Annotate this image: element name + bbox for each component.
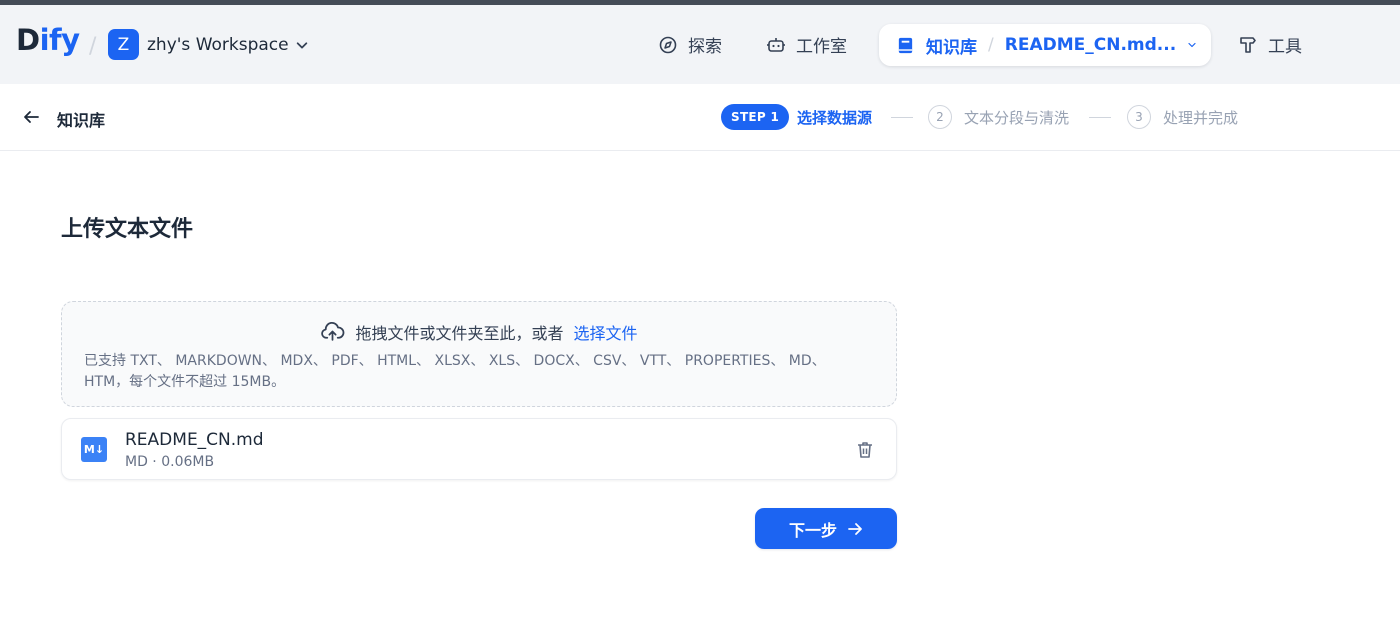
next-step-label: 下一步 bbox=[788, 520, 837, 540]
dropzone-prompt: 拖拽文件或文件夹至此，或者 bbox=[355, 323, 564, 343]
book-icon bbox=[898, 37, 913, 53]
page-title: 上传文本文件 bbox=[61, 217, 194, 242]
uploaded-file-item: M↓ README_CN.md MD · 0.06MB bbox=[61, 418, 897, 480]
step3-number: 3 bbox=[1127, 105, 1151, 129]
workspace-name: zhy's Workspace bbox=[147, 35, 289, 55]
step3-label: 处理并完成 bbox=[1163, 109, 1239, 127]
step-divider bbox=[891, 117, 913, 118]
file-name: README_CN.md bbox=[125, 430, 264, 450]
next-step-button[interactable]: 下一步 bbox=[755, 508, 897, 549]
cloud-upload-icon bbox=[321, 321, 345, 341]
step-divider bbox=[1089, 117, 1111, 118]
markdown-file-icon: M↓ bbox=[81, 437, 107, 462]
step1-label: 选择数据源 bbox=[797, 109, 873, 127]
chevron-down-icon bbox=[296, 42, 307, 49]
file-dropzone[interactable]: 拖拽文件或文件夹至此，或者 选择文件 已支持 TXT、 MARKDOWN、 MDX… bbox=[61, 301, 897, 407]
nav-knowledge-label: 知识库 bbox=[926, 37, 977, 58]
nav-studio-label: 工作室 bbox=[796, 37, 847, 57]
arrow-right-icon bbox=[848, 522, 862, 535]
logo-main-text: D bbox=[16, 23, 40, 57]
trash-icon[interactable] bbox=[855, 440, 875, 460]
logo-accent-text: ify bbox=[39, 23, 80, 57]
nav-knowledge-active[interactable]: 知识库 / README_CN.md... bbox=[879, 24, 1211, 66]
nav-pill-separator: / bbox=[988, 35, 994, 55]
select-file-link[interactable]: 选择文件 bbox=[574, 320, 638, 344]
back-to-knowledge[interactable]: 知识库 bbox=[57, 107, 105, 131]
arrow-left-icon[interactable] bbox=[22, 108, 40, 126]
nav-explore[interactable]: 探索 bbox=[658, 32, 722, 57]
top-header: Dify / Z zhy's Workspace 探索 工作室 知识库 / RE… bbox=[0, 5, 1400, 84]
nav-tools[interactable]: 工具 bbox=[1238, 32, 1302, 57]
supported-formats-hint: 已支持 TXT、 MARKDOWN、 MDX、 PDF、 HTML、 XLSX、… bbox=[84, 353, 826, 390]
breadcrumb-separator: / bbox=[89, 34, 97, 59]
sub-header: 知识库 STEP 1 选择数据源 2 文本分段与清洗 3 处理并完成 bbox=[0, 84, 1400, 151]
current-document-name[interactable]: README_CN.md... bbox=[1005, 35, 1176, 55]
chevron-down-icon[interactable] bbox=[1186, 39, 1198, 51]
step2-number: 2 bbox=[928, 105, 952, 129]
step1-badge: STEP 1 bbox=[721, 104, 790, 130]
workspace-avatar[interactable]: Z bbox=[108, 29, 139, 60]
workspace-switcher[interactable]: zhy's Workspace bbox=[147, 35, 309, 55]
step2-label: 文本分段与清洗 bbox=[964, 109, 1070, 127]
dropzone-prompt-row: 拖拽文件或文件夹至此，或者 选择文件 bbox=[62, 319, 896, 344]
hammer-icon bbox=[1240, 36, 1256, 53]
robot-icon bbox=[767, 37, 785, 52]
nav-tools-label: 工具 bbox=[1268, 37, 1302, 57]
nav-explore-label: 探索 bbox=[688, 37, 722, 57]
file-meta: MD · 0.06MB bbox=[125, 454, 215, 470]
nav-studio[interactable]: 工作室 bbox=[766, 32, 847, 57]
dify-logo[interactable]: Dify bbox=[16, 23, 80, 57]
compass-icon bbox=[659, 36, 677, 53]
